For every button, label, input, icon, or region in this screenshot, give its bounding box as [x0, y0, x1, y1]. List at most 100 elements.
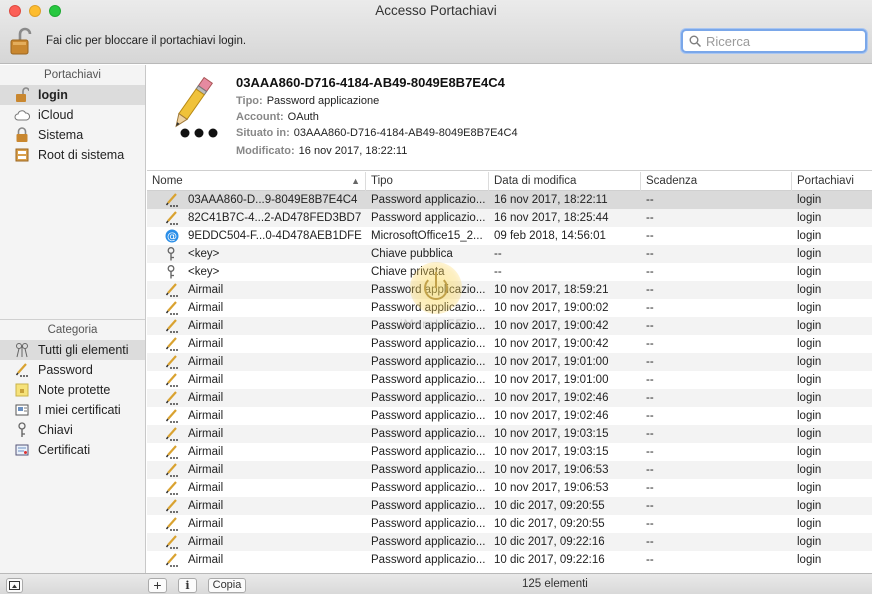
toggle-sidebar-button[interactable]	[6, 578, 23, 593]
cell-date: --	[494, 266, 502, 278]
search-input[interactable]	[706, 33, 856, 49]
table-row[interactable]: Airmail Password applicazio... 10 nov 2017…	[147, 335, 872, 353]
detail-field-label: Account:	[236, 111, 284, 123]
detail-modified-row: Modificato: 16 nov 2017, 18:22:11	[236, 145, 407, 157]
table-row[interactable]: Airmail Password applicazio... 10 nov 2017…	[147, 299, 872, 317]
cell-expiry: --	[646, 446, 654, 458]
cell-keychain: login	[797, 356, 822, 368]
cell-name-text: Airmail	[188, 392, 224, 404]
table-row[interactable]: Airmail Password applicazio... 10 nov 2017…	[147, 371, 872, 389]
cell-name: Airmail	[147, 425, 366, 443]
cell-keychain: login	[797, 410, 822, 422]
cell-type: Password applicazio...	[371, 302, 486, 314]
column-header-portachiavi[interactable]: Portachiavi	[792, 172, 872, 191]
cell-name: Airmail	[147, 335, 366, 353]
pencil-icon	[165, 301, 179, 315]
table-row[interactable]: 03AAA860-D...9-8049E8B7E4C4 Password appl…	[147, 191, 872, 209]
table-row[interactable]: @9EDDC504-F...0-4D478AEB1DFE MicrosoftOff…	[147, 227, 872, 245]
cell-date: 10 dic 2017, 09:20:55	[494, 518, 605, 530]
table-row[interactable]: Airmail Password applicazio... 10 nov 2017…	[147, 461, 872, 479]
table-row[interactable]: <key> Chiave pubblica -- -- login	[147, 245, 872, 263]
cell-name-text: Airmail	[188, 410, 224, 422]
sidebar-item-password[interactable]: Password	[0, 360, 145, 380]
table-row[interactable]: Airmail Password applicazio... 10 nov 2017…	[147, 425, 872, 443]
cell-name-text: Airmail	[188, 518, 224, 530]
cell-keychain: login	[797, 464, 822, 476]
table-row[interactable]: Airmail Password applicazio... 10 nov 2017…	[147, 389, 872, 407]
sidebar-item-label: iCloud	[38, 108, 74, 122]
search-field[interactable]	[681, 29, 867, 53]
cell-name-text: <key>	[188, 248, 220, 260]
item-detail-pane: 03AAA860-D716-4184-AB49-8049E8B7E4C4 Tip…	[147, 65, 872, 171]
detail-field-label: Situato in:	[236, 127, 290, 139]
cell-type: Password applicazio...	[371, 464, 486, 476]
sidebar: Portachiavi login iCloud Sistema Root di…	[0, 65, 146, 573]
cell-name-text: Airmail	[188, 302, 224, 314]
at-sign-icon: @	[165, 229, 179, 243]
sidebar-item-root-di-sistema[interactable]: Root di sistema	[0, 145, 145, 165]
cell-type: Password applicazio...	[371, 536, 486, 548]
items-table[interactable]: Nome ▲ Tipo Data di modifica Scadenza Po…	[147, 172, 872, 573]
cell-keychain: login	[797, 500, 822, 512]
cell-expiry: --	[646, 536, 654, 548]
sidebar-item-label: Root di sistema	[38, 148, 125, 162]
table-row[interactable]: Airmail Password applicazio... 10 nov 2017…	[147, 479, 872, 497]
detail-field-value: 16 nov 2017, 18:22:11	[298, 145, 408, 157]
watermark-text: iMoreLIFE	[400, 317, 465, 331]
cell-keychain: login	[797, 338, 822, 350]
sidebar-item-chiavi[interactable]: Chiavi	[0, 420, 145, 440]
sidebar-item-i-miei-certificati[interactable]: I miei certificati	[0, 400, 145, 420]
table-row[interactable]: Airmail Password applicazio... 10 dic 2017…	[147, 515, 872, 533]
cell-name: Airmail	[147, 407, 366, 425]
sidebar-item-tutti-gli-elementi[interactable]: Tutti gli elementi	[0, 340, 145, 360]
cell-date: --	[494, 248, 502, 260]
table-row[interactable]: Airmail Password applicazio... 10 dic 2017…	[147, 533, 872, 551]
cell-date: 10 nov 2017, 19:02:46	[494, 410, 609, 422]
cell-name-text: Airmail	[188, 464, 224, 476]
table-row[interactable]: Airmail Password applicazio... 10 nov 2017…	[147, 443, 872, 461]
sidebar-item-certificati[interactable]: Certificati	[0, 440, 145, 460]
cell-name: Airmail	[147, 515, 366, 533]
lock-hint-text[interactable]: Fai clic per bloccare il portachiavi log…	[46, 35, 246, 47]
cell-keychain: login	[797, 194, 822, 206]
cell-name: Airmail	[147, 353, 366, 371]
cell-date: 10 nov 2017, 19:01:00	[494, 356, 609, 368]
column-header-scadenza[interactable]: Scadenza	[641, 172, 792, 191]
copy-button[interactable]: Copia	[208, 578, 246, 593]
table-row[interactable]: Airmail Password applicazio... 10 dic 2017…	[147, 497, 872, 515]
cell-name-text: Airmail	[188, 482, 224, 494]
detail-type-row: Tipo: Password applicazione	[236, 95, 379, 107]
column-header-tipo[interactable]: Tipo	[366, 172, 489, 191]
cell-name: @9EDDC504-F...0-4D478AEB1DFE	[147, 227, 366, 245]
table-body: 03AAA860-D...9-8049E8B7E4C4 Password appl…	[147, 191, 872, 569]
sidebar-item-note-protette[interactable]: Note protette	[0, 380, 145, 400]
cell-keychain: login	[797, 320, 822, 332]
cell-date: 10 nov 2017, 19:00:42	[494, 320, 609, 332]
pencil-icon	[165, 445, 179, 459]
table-row[interactable]: Airmail Password applicazio... 10 dic 2017…	[147, 551, 872, 569]
sidebar-item-sistema[interactable]: Sistema	[0, 125, 145, 145]
cell-type: Password applicazio...	[371, 392, 486, 404]
certificate-cabinet-icon	[14, 147, 30, 163]
add-item-button[interactable]: +	[148, 578, 167, 593]
category-header: Categoria	[47, 324, 98, 336]
table-row[interactable]: <key> Chiave privata -- -- login	[147, 263, 872, 281]
cell-date: 10 nov 2017, 18:59:21	[494, 284, 609, 296]
pencil-icon	[165, 517, 179, 531]
cell-keychain: login	[797, 230, 822, 242]
column-header-nome[interactable]: Nome ▲	[147, 172, 366, 191]
open-lock-icon[interactable]	[10, 26, 32, 56]
sidebar-item-login[interactable]: login	[0, 85, 145, 105]
table-row[interactable]: Airmail Password applicazio... 10 nov 2017…	[147, 281, 872, 299]
pencil-icon	[14, 362, 30, 378]
column-header-data-di-modifica[interactable]: Data di modifica	[489, 172, 641, 191]
cell-name: Airmail	[147, 533, 366, 551]
table-row[interactable]: Airmail Password applicazio... 10 nov 2017…	[147, 317, 872, 335]
table-row[interactable]: 82C41B7C-4...2-AD478FED3BD7 Password appl…	[147, 209, 872, 227]
sidebar-item-icloud[interactable]: iCloud	[0, 105, 145, 125]
pencil-icon	[165, 283, 179, 297]
table-row[interactable]: Airmail Password applicazio... 10 nov 2017…	[147, 353, 872, 371]
table-row[interactable]: Airmail Password applicazio... 10 nov 2017…	[147, 407, 872, 425]
info-button[interactable]: i	[178, 578, 197, 593]
pencil-icon	[165, 355, 179, 369]
